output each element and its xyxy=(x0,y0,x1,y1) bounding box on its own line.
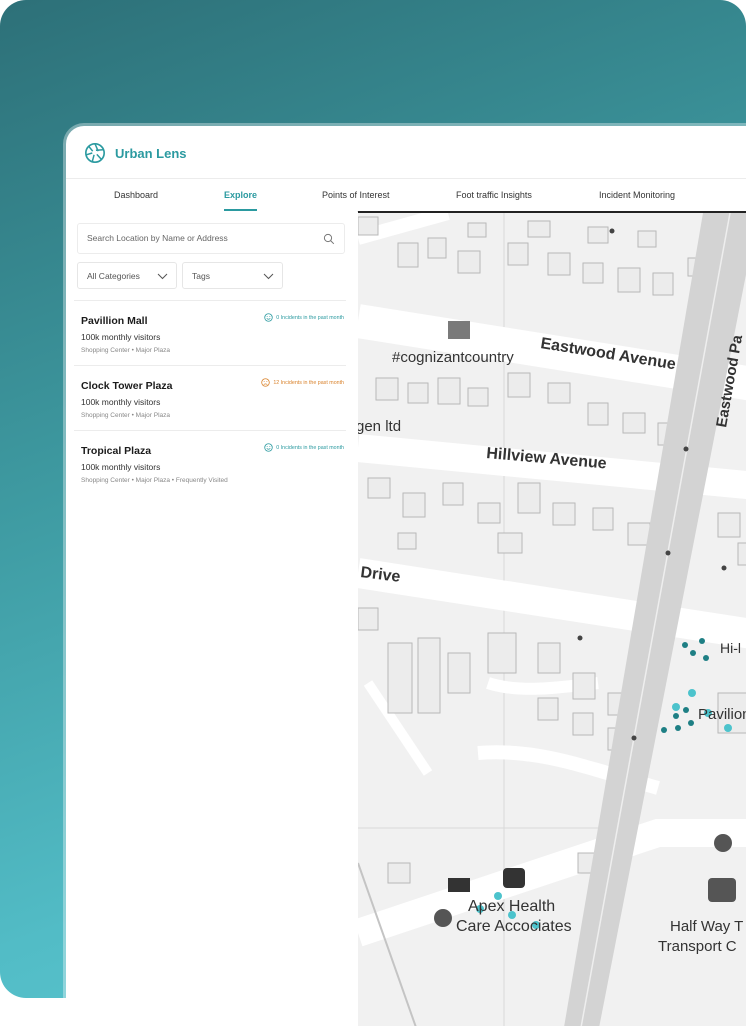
category-dropdown-label: All Categories xyxy=(87,271,140,281)
app-brand[interactable]: Urban Lens xyxy=(84,140,187,166)
chevron-down-icon xyxy=(157,271,168,281)
search-input[interactable]: Search Location by Name or Address xyxy=(77,223,345,254)
tab-dashboard[interactable]: Dashboard xyxy=(114,179,158,211)
incident-text: 0 Incidents in the past month xyxy=(276,315,344,321)
place-tags: Shopping Center • Major Plaza xyxy=(81,347,170,354)
map-label-pavilion: Pavilion M xyxy=(698,706,746,723)
app-window: Urban Lens Dashboard Explore Points of I… xyxy=(66,126,746,1026)
place-name: Tropical Plaza xyxy=(81,445,151,457)
frown-icon xyxy=(261,378,270,387)
main-nav: Dashboard Explore Points of Interest Foo… xyxy=(66,178,746,212)
map-label-apex-care: Care Accociates xyxy=(456,918,572,935)
chevron-down-icon xyxy=(263,271,274,281)
place-list-item[interactable]: Tropical Plaza 100k monthly visitors Sho… xyxy=(74,430,346,496)
search-icon[interactable] xyxy=(323,233,335,245)
tab-foot-traffic-insights[interactable]: Foot traffic Insights xyxy=(456,179,532,211)
place-visitors: 100k monthly visitors xyxy=(81,462,160,472)
aperture-icon xyxy=(84,142,106,164)
map-view[interactable]: #cognizantcountry Eastwood Avenue Eastwo… xyxy=(358,211,746,1026)
app-name: Urban Lens xyxy=(115,146,187,161)
incident-text: 12 Incidents in the past month xyxy=(273,380,344,386)
place-tags: Shopping Center • Major Plaza xyxy=(81,412,170,419)
place-name: Clock Tower Plaza xyxy=(81,380,172,392)
tags-dropdown-label: Tags xyxy=(192,271,210,281)
place-list-item[interactable]: Clock Tower Plaza 100k monthly visitors … xyxy=(74,365,346,431)
map-label-hi: Hi-l xyxy=(720,640,741,656)
tab-incident-monitoring[interactable]: Incident Monitoring xyxy=(599,179,675,211)
map-label-apex-health: Apex Health xyxy=(468,898,555,915)
sidebar: Search Location by Name or Address All C… xyxy=(66,211,357,1011)
place-tags: Shopping Center • Major Plaza • Frequent… xyxy=(81,477,228,484)
place-visitors: 100k monthly visitors xyxy=(81,397,160,407)
smile-icon xyxy=(264,443,273,452)
search-placeholder: Search Location by Name or Address xyxy=(87,233,228,243)
tab-explore[interactable]: Explore xyxy=(224,179,257,211)
map-label-gen-ltd: gen ltd xyxy=(358,418,401,435)
map-label-halfway: Half Way T xyxy=(670,918,743,935)
place-list-item[interactable]: Pavillion Mall 100k monthly visitors Sho… xyxy=(74,300,346,366)
category-dropdown[interactable]: All Categories xyxy=(77,262,177,289)
smile-icon xyxy=(264,313,273,322)
tab-points-of-interest[interactable]: Points of Interest xyxy=(322,179,390,211)
incident-badge: 12 Incidents in the past month xyxy=(261,378,344,387)
tags-dropdown[interactable]: Tags xyxy=(182,262,283,289)
map-canvas[interactable]: #cognizantcountry Eastwood Avenue Eastwo… xyxy=(358,213,746,1026)
incident-badge: 0 Incidents in the past month xyxy=(264,443,344,452)
map-label-transport: Transport C xyxy=(658,938,737,955)
map-label-cognizant: #cognizantcountry xyxy=(392,349,514,366)
incident-badge: 0 Incidents in the past month xyxy=(264,313,344,322)
incident-text: 0 Incidents in the past month xyxy=(276,445,344,451)
place-name: Pavillion Mall xyxy=(81,315,148,327)
place-visitors: 100k monthly visitors xyxy=(81,332,160,342)
